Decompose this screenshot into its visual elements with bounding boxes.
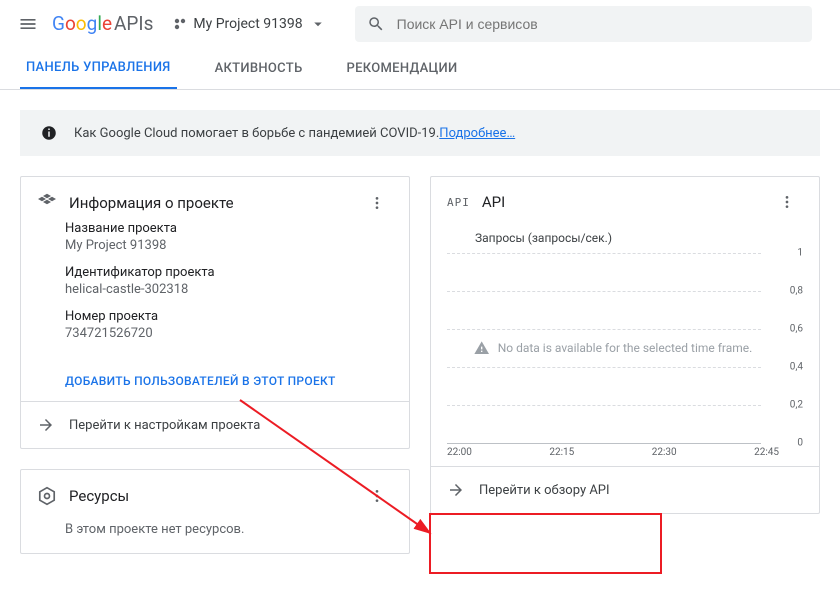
chart-no-data: No data is available for the selected ti… — [498, 341, 753, 355]
api-chart: No data is available for the selected ti… — [447, 253, 803, 443]
project-id-label: Идентификатор проекта — [65, 265, 393, 280]
covid-banner: Как Google Cloud помогает в борьбе с пан… — [20, 110, 820, 156]
hamburger-menu-icon[interactable] — [8, 4, 48, 44]
arrow-right-icon — [447, 481, 465, 499]
y-tick: 0,4 — [790, 362, 803, 373]
project-name-value: My Project 91398 — [65, 238, 393, 253]
project-picker[interactable]: My Project 91398 — [165, 9, 334, 39]
api-menu-icon[interactable] — [779, 194, 803, 210]
y-tick: 0,6 — [790, 324, 803, 335]
tab-dashboard[interactable]: ПАНЕЛЬ УПРАВЛЕНИЯ — [20, 48, 177, 89]
tab-recommendations[interactable]: РЕКОМЕНДАЦИИ — [341, 48, 464, 89]
banner-link[interactable]: Подробнее… — [439, 126, 515, 141]
api-card: API API Запросы (запросы/сек.) — [430, 176, 820, 514]
x-tick: 22:45 — [754, 447, 779, 458]
x-tick: 22:00 — [447, 447, 472, 458]
banner-text: Как Google Cloud помогает в борьбе с пан… — [74, 126, 439, 141]
y-tick: 0,2 — [790, 400, 803, 411]
dropdown-icon — [309, 15, 327, 33]
x-tick: 22:30 — [652, 447, 677, 458]
warning-icon — [474, 340, 490, 356]
resources-menu-icon[interactable] — [369, 488, 393, 504]
project-name-label: Название проекта — [65, 221, 393, 236]
info-icon — [40, 124, 58, 142]
arrow-right-icon — [37, 416, 55, 434]
search-icon — [367, 15, 385, 33]
project-info-title: Информация о проекте — [69, 194, 369, 212]
project-name: My Project 91398 — [193, 16, 302, 32]
go-api-overview-label: Перейти к обзору API — [479, 483, 610, 498]
go-to-api-overview[interactable]: Перейти к обзору API — [431, 466, 819, 513]
go-to-project-settings[interactable]: Перейти к настройкам проекта — [21, 401, 409, 448]
resources-icon — [37, 486, 57, 506]
project-dots-icon — [173, 17, 187, 31]
project-number-value: 734721526720 — [65, 326, 393, 341]
y-tick: 0,8 — [790, 286, 803, 297]
project-info-icon — [37, 193, 57, 213]
x-tick: 22:15 — [549, 447, 574, 458]
go-settings-label: Перейти к настройкам проекта — [69, 418, 260, 433]
search-input[interactable] — [397, 16, 800, 32]
tabs-bar: ПАНЕЛЬ УПРАВЛЕНИЯ АКТИВНОСТЬ РЕКОМЕНДАЦИ… — [0, 48, 840, 90]
project-info-menu-icon[interactable] — [369, 195, 393, 211]
chart-title: Запросы (запросы/сек.) — [447, 223, 803, 253]
add-users-link[interactable]: ДОБАВИТЬ ПОЛЬЗОВАТЕЛЕЙ В ЭТОТ ПРОЕКТ — [65, 374, 336, 388]
project-info-card: Информация о проекте Название проекта My… — [20, 176, 410, 449]
api-title: API — [482, 193, 779, 211]
resources-card: Ресурсы В этом проекте нет ресурсов. — [20, 469, 410, 554]
y-tick: 1 — [797, 248, 803, 259]
project-id-value: helical-castle-302318 — [65, 282, 393, 297]
resources-empty-text: В этом проекте нет ресурсов. — [21, 514, 409, 553]
project-number-label: Номер проекта — [65, 309, 393, 324]
tab-activity[interactable]: АКТИВНОСТЬ — [209, 48, 309, 89]
resources-title: Ресурсы — [69, 487, 369, 505]
search-bar[interactable] — [355, 6, 812, 42]
y-tick: 0 — [797, 438, 803, 449]
google-apis-logo: Google APIs — [52, 12, 153, 35]
api-prefix-icon: API — [447, 196, 470, 209]
